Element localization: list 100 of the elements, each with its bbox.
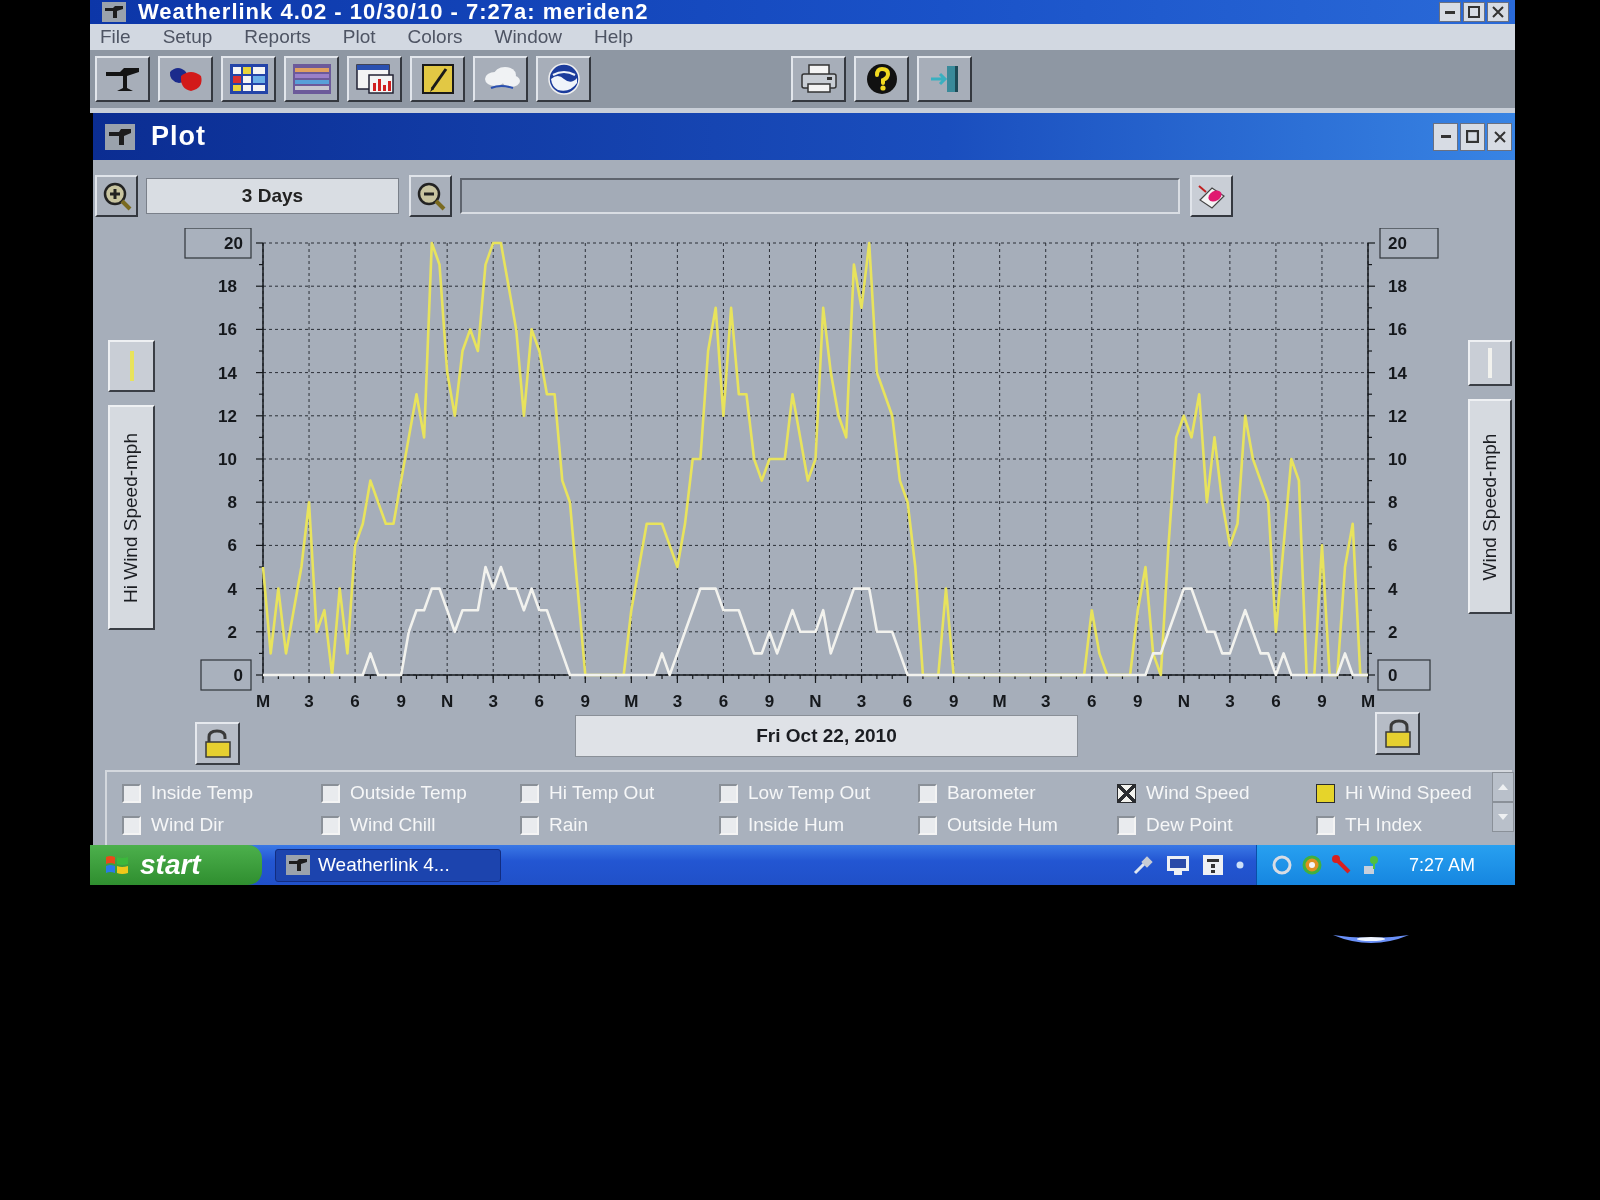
checkbox[interactable] [122,815,141,835]
minimize-button[interactable] [1433,122,1458,151]
minimize-icon [1440,135,1451,138]
toolbar-button[interactable] [917,56,972,102]
menu-item[interactable]: File [100,26,131,48]
checkbox[interactable] [1316,783,1335,803]
axis-limit-field[interactable]: 0 [200,659,252,691]
ring-icon [1270,854,1293,876]
toolbar-button[interactable] [410,56,465,102]
checkbox-label: Wind Dir [151,814,224,836]
axis-limit-field[interactable]: 0 [1377,659,1431,691]
axis-tick-label: 3 [304,692,314,708]
axis-label-button[interactable]: Hi Wind Speed-mph [108,405,155,630]
checkbox-label: Hi Wind Speed [1345,782,1472,804]
toolbar-button[interactable] [347,56,402,102]
checkbox-label: Wind Chill [350,814,436,836]
checkbox[interactable] [321,783,340,803]
pin-icon [1330,854,1353,876]
menu-item[interactable]: Setup [162,26,213,48]
eraser-button[interactable] [1190,175,1233,217]
lock-button[interactable] [195,722,240,765]
axis-tick-label: 18 [1388,277,1407,297]
axis-label-button[interactable]: Wind Speed-mph [1468,399,1512,614]
scroll-up-button[interactable] [1492,772,1514,802]
checkbox[interactable] [719,783,738,803]
minimize-icon [1445,10,1455,14]
axis-tick-label: 2 [227,622,237,642]
toolbar-button[interactable] [854,56,909,102]
zoom-out-button[interactable] [409,175,452,217]
axis-tick-label: 9 [396,692,406,708]
menu-item[interactable]: Plot [342,26,376,48]
checkbox-label: Outside Temp [350,782,467,804]
checkbox-label: Dew Point [1146,814,1233,836]
help-icon [865,63,898,95]
checkbox-label: Hi Temp Out [549,782,655,804]
monitor-icon [1165,854,1190,876]
scroll-down-button[interactable] [1492,802,1514,832]
striped-panel-icon [291,63,332,95]
checkbox[interactable] [1117,783,1136,803]
toolbar-button[interactable] [536,56,591,102]
axis-tick-label: 6 [534,692,544,708]
dot-icon [1235,861,1244,869]
checkbox[interactable] [520,783,539,803]
toolbar-button[interactable] [791,56,846,102]
checkbox[interactable] [1316,815,1335,835]
toolbar-button[interactable] [221,56,276,102]
checkbox[interactable] [1117,815,1136,835]
checkbox[interactable] [520,815,539,835]
series-color-button[interactable] [108,340,155,392]
axis-tick-label: 16 [218,320,237,340]
print-icon [798,63,839,95]
axis-tick-label: N [1177,692,1190,708]
checkbox[interactable] [321,815,340,835]
checkbox[interactable] [918,783,937,803]
menu-item[interactable]: Reports [244,26,311,48]
taskbar-button[interactable]: Weatherlink 4... [275,848,501,882]
axis-tick-label: 10 [218,450,237,469]
zoom-out-icon [415,181,446,211]
axis-tick-label: 12 [218,406,237,426]
menu-item[interactable]: Window [494,26,563,48]
ring-icon [1300,854,1323,876]
axis-tick-label: 12 [1388,406,1407,426]
checkbox-label: Barometer [947,782,1036,804]
axis-limit-field[interactable]: 20 [1379,228,1439,259]
zoom-in-button[interactable] [95,175,138,217]
checkbox[interactable] [719,815,738,835]
padlock-icon [1382,718,1413,749]
axis-limit-field[interactable]: 20 [184,228,252,259]
maximize-button[interactable] [1460,122,1485,151]
menu-item[interactable]: Colors [407,26,463,48]
maximize-button[interactable] [1463,2,1485,22]
start-button[interactable]: start [90,845,262,885]
date-field[interactable]: Fri Oct 22, 2010 [575,715,1078,757]
toolbar-button[interactable] [158,56,213,102]
axis-tick-label: 6 [1087,692,1097,708]
series-color-button[interactable] [1468,340,1512,386]
close-button[interactable] [1487,122,1512,151]
axis-tick-label: 8 [1388,493,1398,513]
axis-tick-label: 2 [1388,622,1398,642]
scroll-track[interactable] [460,178,1180,214]
axis-tick-label: N [809,692,822,708]
close-button[interactable] [1487,2,1509,22]
checkbox[interactable] [918,815,937,835]
range-field[interactable]: 3 Days [146,178,399,214]
toolbar-button[interactable] [95,56,150,102]
axis-tick-label: M [1360,692,1376,708]
axis-tick-label: 6 [718,692,729,708]
toolbar-button[interactable] [473,56,528,102]
menu-item[interactable]: Help [594,26,634,48]
axis-tick-label: 6 [1388,536,1398,556]
axis-tick-label: 14 [218,363,237,383]
checkbox-label: Rain [549,814,589,836]
axis-tick-label: 3 [856,692,867,708]
app-icon [102,2,126,22]
lock-button[interactable] [1375,712,1420,755]
toolbar-button[interactable] [284,56,339,102]
axis-tick-label: M [255,692,271,708]
minimize-button[interactable] [1439,2,1461,22]
axis-tick-label: 9 [764,692,775,708]
checkbox[interactable] [122,783,141,803]
